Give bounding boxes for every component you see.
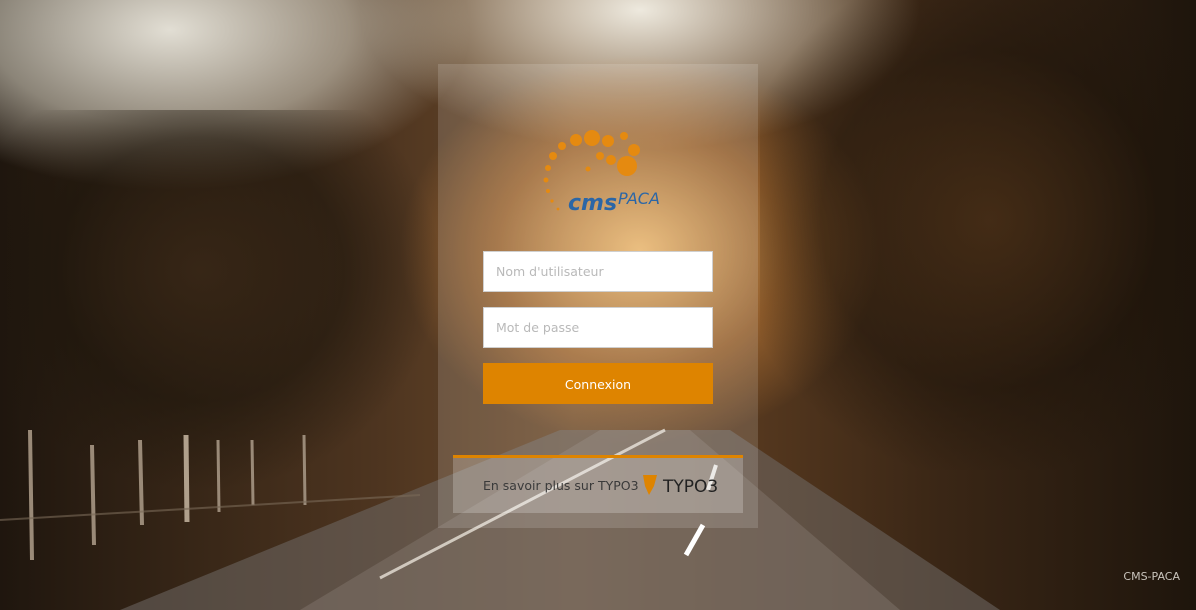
typo3-logo-icon[interactable]: TYPO3 — [641, 472, 717, 498]
cms-paca-logo: cms PACA — [543, 130, 660, 216]
learn-more-typo3-link[interactable]: En savoir plus sur TYPO3 — [483, 478, 639, 493]
copyright-text: CMS-PACA — [1123, 570, 1180, 583]
typo3-logo-text: TYPO3 — [662, 477, 717, 497]
login-button[interactable]: Connexion — [483, 363, 713, 404]
typo3-footer: En savoir plus sur TYPO3 TYPO3 — [453, 455, 743, 513]
password-input[interactable] — [483, 307, 713, 348]
logo-text-cms: cms — [568, 191, 617, 216]
username-input[interactable] — [483, 251, 713, 292]
logo-text-paca: PACA — [618, 189, 660, 208]
